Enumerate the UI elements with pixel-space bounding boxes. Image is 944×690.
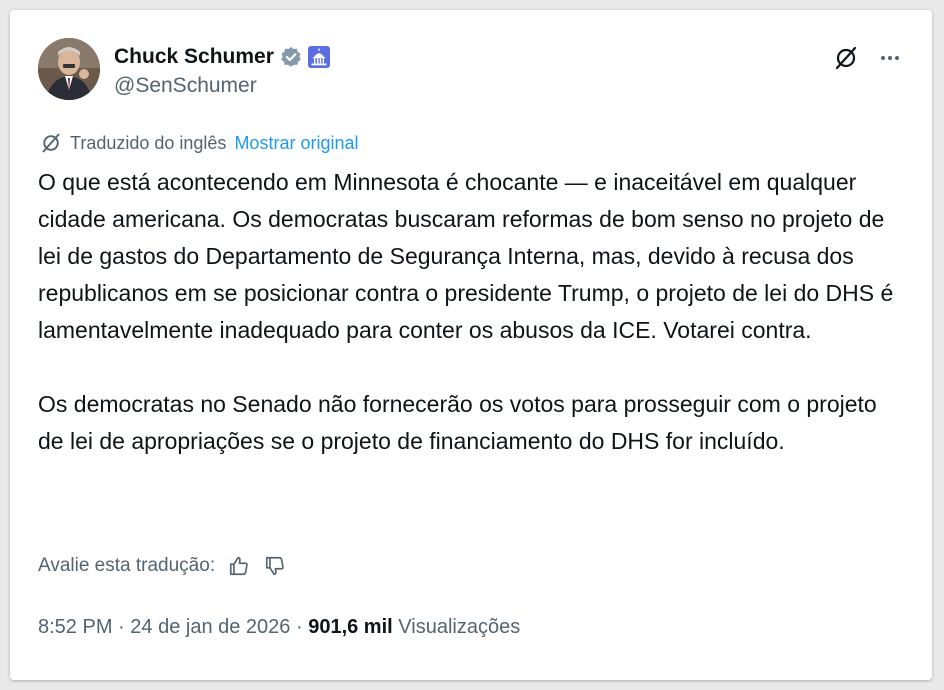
avatar-photo — [38, 38, 100, 100]
grok-translate-icon — [40, 132, 62, 154]
meta-separator: · — [290, 616, 309, 638]
tweet-meta: 8:52 PM · 24 de jan de 2026 · 901,6 mil … — [38, 616, 520, 639]
tweet-card: Chuck Schumer @SenSchumer Traduzido do i… — [10, 10, 932, 680]
rate-translation: Avalie esta tradução: — [38, 554, 287, 578]
tweet-paragraph: Os democratas no Senado não fornecerão o… — [38, 391, 877, 454]
grok-icon[interactable] — [832, 44, 860, 72]
avatar[interactable] — [38, 38, 100, 100]
author-handle[interactable]: @SenSchumer — [114, 74, 257, 98]
views-count: 901,6 mil — [308, 616, 393, 638]
translated-label: Traduzido do inglês — [70, 132, 227, 153]
thumbs-down-icon[interactable] — [263, 554, 287, 578]
meta-separator: · — [112, 616, 131, 638]
tweet-date[interactable]: 24 de jan de 2026 — [130, 616, 290, 638]
tweet-time[interactable]: 8:52 PM — [38, 616, 112, 638]
show-original-link[interactable]: Mostrar original — [234, 133, 358, 154]
tweet-paragraph: O que está acontecendo em Minnesota é ch… — [38, 169, 894, 343]
more-options-icon[interactable] — [876, 44, 904, 72]
tweet-text: O que está acontecendo em Minnesota é ch… — [38, 164, 908, 460]
author-name[interactable]: Chuck Schumer — [114, 45, 274, 69]
author-name-row: Chuck Schumer — [114, 42, 330, 72]
thumbs-up-icon[interactable] — [227, 554, 251, 578]
views-label: Visualizações — [398, 616, 521, 638]
capitol-icon[interactable] — [307, 46, 330, 68]
verified-badge-icon[interactable] — [280, 46, 302, 68]
tweet-actions-top — [832, 44, 904, 72]
translation-notice: Traduzido do inglês Mostrar original — [40, 132, 358, 154]
rate-translation-label: Avalie esta tradução: — [38, 555, 216, 576]
